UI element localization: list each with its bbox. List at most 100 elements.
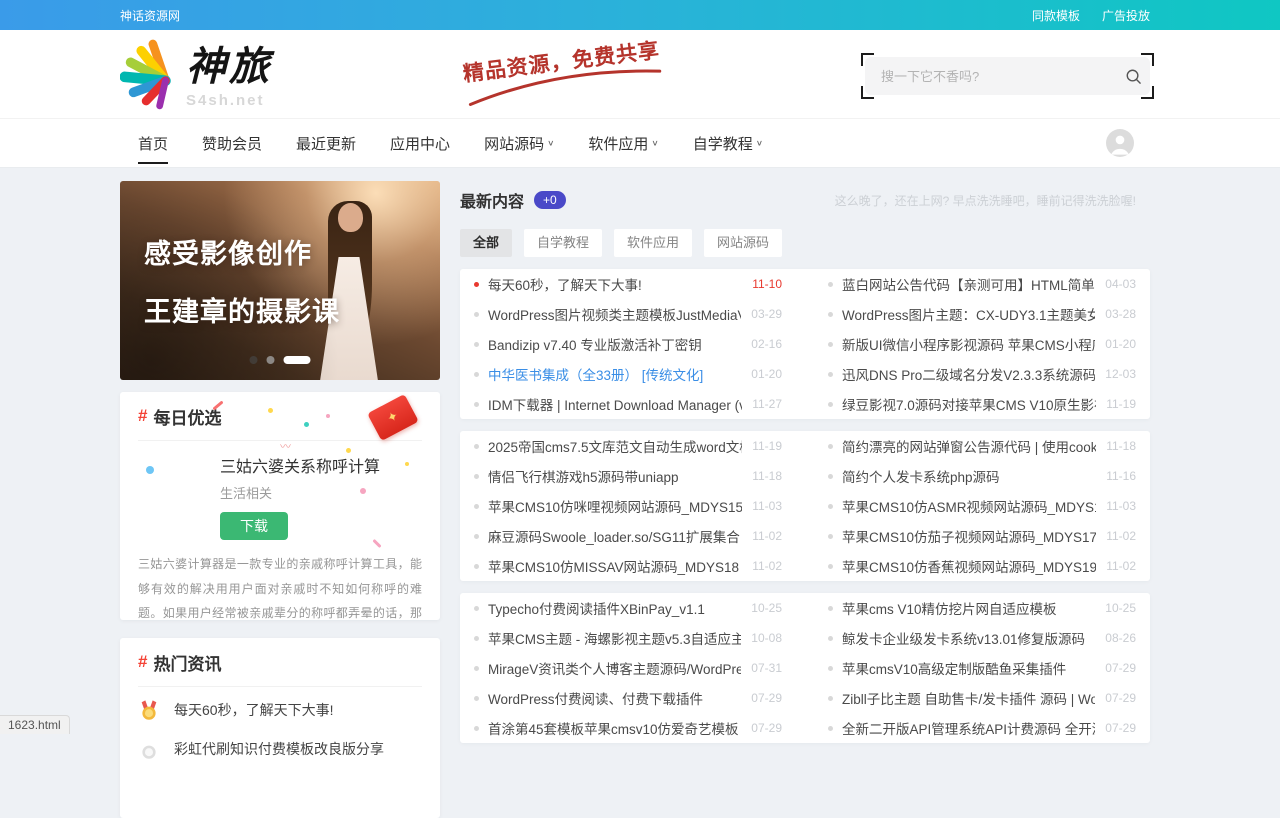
row-title[interactable]: 苹果CMS10仿咪哩视频网站源码_MDYS15 [488, 496, 742, 516]
list-column: Typecho付费阅读插件XBinPay_v1.1 10-25 苹果CMS主题 … [474, 593, 782, 743]
site-logo[interactable]: 神旅 S4sh.net [120, 36, 272, 110]
row-title[interactable]: Zibll子比主题 自助售卡/发卡插件 源码 | WordPr... [842, 688, 1095, 708]
bullet-icon [828, 696, 833, 701]
carousel-dot[interactable] [250, 356, 258, 364]
row-title[interactable]: 苹果CMS10仿ASMR视频网站源码_MDYS16 [842, 496, 1096, 516]
latest-tab[interactable]: 网站源码 [704, 229, 782, 257]
row-title[interactable]: 全新二开版API管理系统API计费源码 全开源 [842, 718, 1095, 738]
user-avatar[interactable] [1106, 129, 1134, 157]
nav-item[interactable]: 首页 ∨ [138, 119, 168, 167]
row-date: 11-02 [1106, 559, 1136, 573]
hot-news-item[interactable]: 彩虹代刷知识付费模板改良版分享 [138, 733, 422, 765]
carousel[interactable]: 感受影像创作 王建章的摄影课 [120, 181, 440, 380]
nav-item-label: 网站源码 [484, 133, 544, 154]
row-title[interactable]: WordPress图片主题：CX-UDY3.1主题美女图片... [842, 304, 1095, 324]
latest-tabs: 全部自学教程软件应用网站源码 [460, 229, 1150, 257]
hot-news-item-label: 彩虹代刷知识付费模板改良版分享 [174, 739, 384, 759]
article-row: MirageV资讯类个人博客主题源码/WordPress主... 07-31 [474, 653, 782, 683]
article-row: 2025帝国cms7.5文库范文自动生成word文档/文... 11-19 [474, 431, 782, 461]
article-list-group: 2025帝国cms7.5文库范文自动生成word文档/文... 11-19 情侣… [460, 431, 1150, 581]
bullet-icon [828, 534, 833, 539]
row-title[interactable]: 首涂第45套模板苹果cmsv10仿爱奇艺模板 [488, 718, 741, 738]
main-nav: 首页 ∨ 赞助会员 ∨ 最近更新 ∨ 应用中心 ∨ 网站源码 ∨ 软件应用 ∨ … [0, 118, 1280, 168]
main-content: 感受影像创作 王建章的摄影课 # 每日优选 〰 [120, 181, 1150, 818]
article-row: WordPress付费阅读、付费下载插件 07-29 [474, 683, 782, 713]
row-title[interactable]: WordPress图片视频类主题模板JustMediaV2.7.... [488, 304, 741, 324]
row-title[interactable]: 苹果cms V10精仿挖片网自适应模板 [842, 598, 1095, 618]
latest-tab[interactable]: 自学教程 [524, 229, 602, 257]
row-title[interactable]: 苹果CMS10仿MISSAV网站源码_MDYS18 [488, 556, 742, 576]
article-row: 苹果cmsV10高级定制版酷鱼采集插件 07-29 [828, 653, 1136, 683]
carousel-dot-active[interactable] [284, 356, 311, 364]
row-date: 07-29 [1105, 721, 1136, 735]
row-title[interactable]: Typecho付费阅读插件XBinPay_v1.1 [488, 598, 741, 618]
nav-item[interactable]: 自学教程 ∨ [693, 119, 763, 167]
search-button[interactable] [1116, 59, 1150, 93]
latest-tab[interactable]: 软件应用 [614, 229, 692, 257]
hot-news-item[interactable]: 每天60秒，了解天下大事! [138, 694, 422, 726]
hot-news-item-label: 每天60秒，了解天下大事! [174, 700, 333, 720]
logo-domain: S4sh.net [186, 92, 272, 109]
medal-icon [138, 699, 160, 721]
carousel-caption: 感受影像创作 王建章的摄影课 [144, 225, 340, 341]
row-date: 07-31 [751, 661, 782, 675]
row-title[interactable]: 新版UI微信小程序影视源码 苹果CMS小程序源码 [842, 334, 1095, 354]
row-title[interactable]: 苹果CMS主题 - 海螺影视主题v5.3自适应主题/ ... [488, 628, 741, 648]
download-button[interactable]: 下载 [220, 512, 288, 540]
nav-item[interactable]: 网站源码 ∨ [484, 119, 554, 167]
bullet-icon [474, 342, 479, 347]
chevron-down-icon: ∨ [651, 139, 658, 148]
medal-icon [138, 738, 160, 760]
row-title[interactable]: 麻豆源码Swoole_loader.so/SG11扩展集合 [488, 526, 742, 546]
topbar-link[interactable]: 广告投放 [1102, 7, 1150, 24]
logo-fan-icon [120, 36, 178, 110]
row-title[interactable]: 绿豆影视7.0源码对接苹果CMS V10原生影视AP... [842, 394, 1096, 414]
bullet-icon [474, 564, 479, 569]
article-row: IDM下载器 | Internet Download Manager (v6..… [474, 389, 782, 419]
nav-item[interactable]: 软件应用 ∨ [588, 119, 658, 167]
row-title[interactable]: 苹果CMS10仿香蕉视频网站源码_MDYS19 [842, 556, 1096, 576]
daily-pick-card: # 每日优选 〰 三姑六婆关系称呼计算 生活相关 下载 三姑六婆计算器是一款专业… [120, 392, 440, 620]
row-date: 03-29 [751, 307, 782, 321]
row-title[interactable]: 简约个人发卡系统php源码 [842, 466, 1096, 486]
row-title[interactable]: 中华医书集成（全33册） [传统文化] [488, 364, 741, 384]
carousel-dot[interactable] [267, 356, 275, 364]
row-date: 04-03 [1105, 277, 1136, 291]
hash-icon: # [138, 652, 147, 672]
row-title[interactable]: 简约漂亮的网站弹窗公告源代码 | 使用cookie记录 [842, 436, 1096, 456]
bullet-icon [474, 504, 479, 509]
new-count-badge: +0 [534, 191, 566, 209]
carousel-caption-line2: 王建章的摄影课 [144, 283, 340, 341]
article-row: 情侣飞行棋游戏h5源码带uniapp 11-18 [474, 461, 782, 491]
topbar-link[interactable]: 同款模板 [1032, 7, 1080, 24]
row-title[interactable]: 苹果CMS10仿茄子视频网站源码_MDYS17 [842, 526, 1096, 546]
row-date: 11-02 [752, 559, 782, 573]
nav-item[interactable]: 赞助会员 ∨ [202, 119, 262, 167]
row-date: 11-10 [752, 277, 782, 291]
row-date: 11-18 [752, 469, 782, 483]
daily-pick-title[interactable]: 三姑六婆关系称呼计算 [220, 453, 422, 477]
row-title[interactable]: 蓝白网站公告代码【亲测可用】HTML简单代码... [842, 274, 1095, 294]
header: 神旅 S4sh.net 精品资源，免费共享 [0, 30, 1280, 118]
row-title[interactable]: IDM下载器 | Internet Download Manager (v6..… [488, 394, 742, 414]
row-title[interactable]: 鲸发卡企业级发卡系统v13.01修复版源码 [842, 628, 1095, 648]
bullet-icon [828, 606, 833, 611]
daily-pick-heading: 每日优选 [153, 404, 221, 429]
row-title[interactable]: 苹果cmsV10高级定制版酷鱼采集插件 [842, 658, 1095, 678]
list-column: 简约漂亮的网站弹窗公告源代码 | 使用cookie记录 11-18 简约个人发卡… [828, 431, 1136, 581]
row-title[interactable]: 情侣飞行棋游戏h5源码带uniapp [488, 466, 742, 486]
article-row: WordPress图片主题：CX-UDY3.1主题美女图片... 03-28 [828, 299, 1136, 329]
row-date: 11-03 [752, 499, 782, 513]
row-title[interactable]: MirageV资讯类个人博客主题源码/WordPress主... [488, 658, 741, 678]
row-title[interactable]: 迅风DNS Pro二级域名分发V2.3.3系统源码 [842, 364, 1095, 384]
row-title[interactable]: WordPress付费阅读、付费下载插件 [488, 688, 741, 708]
nav-item[interactable]: 最近更新 ∨ [296, 119, 356, 167]
search-input[interactable] [865, 69, 1116, 84]
nav-item[interactable]: 应用中心 ∨ [390, 119, 450, 167]
row-title[interactable]: 每天60秒，了解天下大事! [488, 274, 742, 294]
latest-content-section: 最新内容 +0 这么晚了，还在上网? 早点洗洗睡吧，睡前记得洗洗脸喔! 全部自学… [460, 181, 1150, 818]
latest-tab[interactable]: 全部 [460, 229, 512, 257]
row-title[interactable]: 2025帝国cms7.5文库范文自动生成word文档/文... [488, 436, 742, 456]
row-title[interactable]: Bandizip v7.40 专业版激活补丁密钥 [488, 334, 741, 354]
bullet-icon [828, 504, 833, 509]
